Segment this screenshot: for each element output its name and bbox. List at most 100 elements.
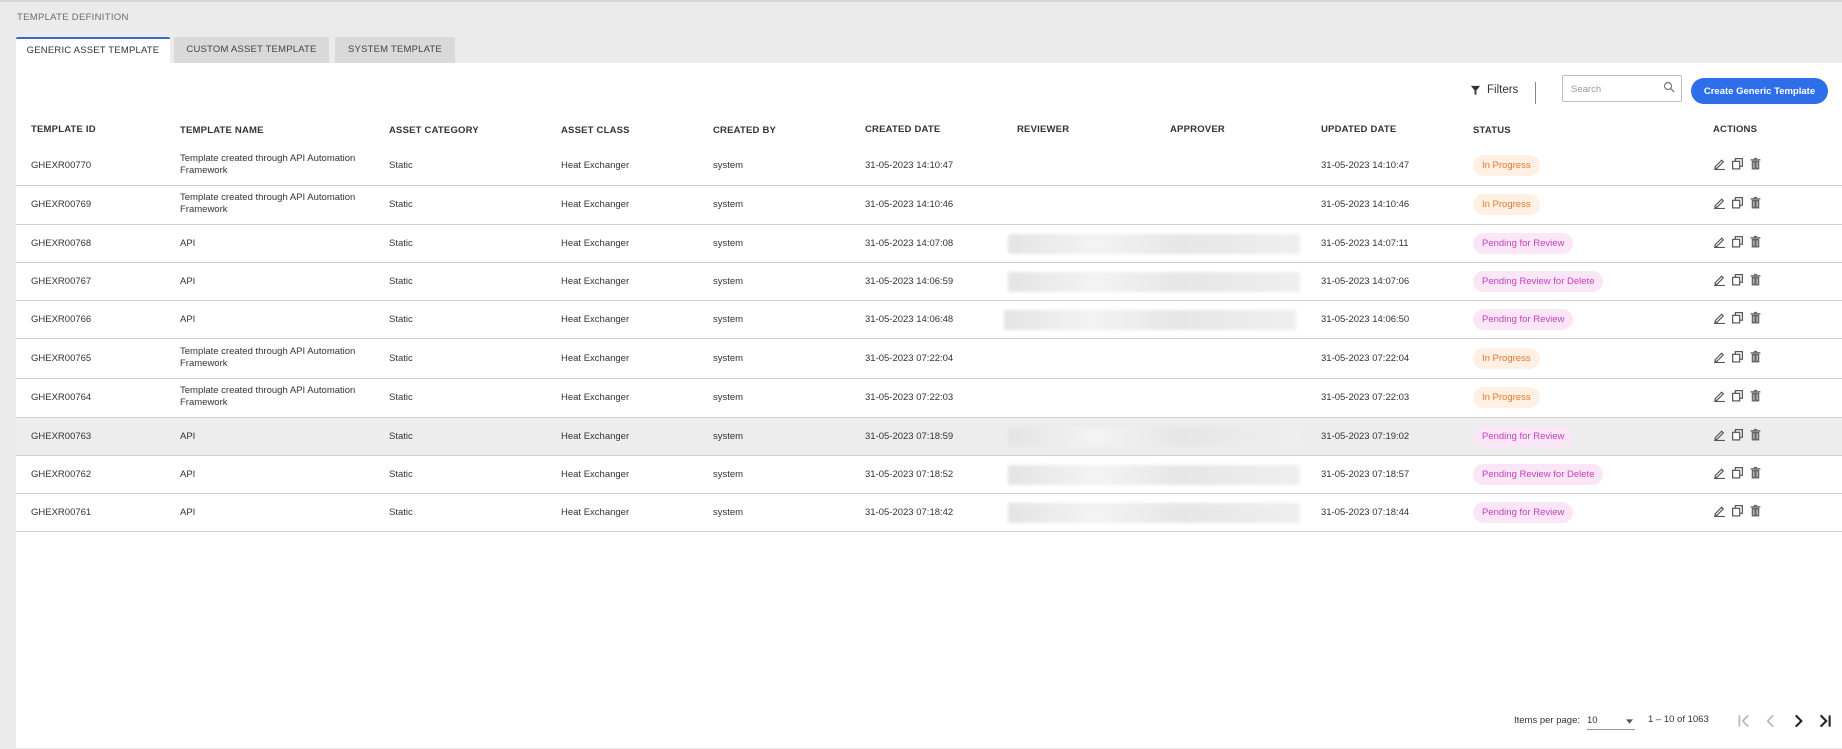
delete-icon[interactable] xyxy=(1749,273,1762,286)
template-id-cell: GHEXR00770 xyxy=(31,160,92,171)
row-actions xyxy=(1713,428,1762,441)
table-row[interactable]: GHEXR00768 Static Heat Exchanger system 31-0… xyxy=(16,225,1842,263)
delete-icon[interactable] xyxy=(1749,389,1762,402)
row-actions xyxy=(1713,273,1762,286)
previous-page-icon[interactable] xyxy=(1762,712,1780,730)
created-by-cell: system xyxy=(713,353,744,364)
asset-class-cell: Heat Exchanger xyxy=(561,276,630,287)
asset-category-cell: Static xyxy=(389,431,413,442)
copy-icon[interactable] xyxy=(1731,466,1744,479)
col-created-by[interactable]: CREATED BY xyxy=(713,125,776,136)
first-page-icon[interactable] xyxy=(1736,712,1754,730)
created-by-cell: system xyxy=(713,199,744,210)
edit-icon[interactable] xyxy=(1713,350,1726,363)
asset-class-cell: Heat Exchanger xyxy=(561,431,630,442)
asset-class-cell: Heat Exchanger xyxy=(561,507,630,518)
delete-icon[interactable] xyxy=(1749,504,1762,517)
col-template-name[interactable]: TEMPLATE NAME xyxy=(180,125,264,136)
copy-icon[interactable] xyxy=(1731,311,1744,324)
table-row[interactable]: GHEXR00770 Static Heat Exchanger system 31-0… xyxy=(16,147,1842,186)
create-generic-template-button[interactable]: Create Generic Template xyxy=(1691,78,1828,104)
status-badge: Pending Review for Delete xyxy=(1473,464,1604,485)
copy-icon[interactable] xyxy=(1731,157,1744,170)
redacted-reviewer-approver xyxy=(1008,427,1300,447)
last-page-icon[interactable] xyxy=(1815,712,1833,730)
edit-icon[interactable] xyxy=(1713,428,1726,441)
filter-icon xyxy=(1470,85,1481,95)
asset-class-cell: Heat Exchanger xyxy=(561,199,630,210)
row-actions xyxy=(1713,504,1762,517)
page-title: TEMPLATE DEFINITION xyxy=(17,12,129,23)
search-input[interactable] xyxy=(1569,78,1663,100)
table-row[interactable]: GHEXR00765 Static Heat Exchanger system 31-0… xyxy=(16,339,1842,379)
updated-date-cell: 31-05-2023 07:22:03 xyxy=(1321,392,1410,403)
tab-system-template[interactable]: SYSTEM TEMPLATE xyxy=(335,37,455,63)
updated-date-cell: 31-05-2023 07:18:44 xyxy=(1321,507,1410,518)
delete-icon[interactable] xyxy=(1749,350,1762,363)
updated-date-cell: 31-05-2023 14:06:50 xyxy=(1321,314,1410,325)
template-id-cell: GHEXR00764 xyxy=(31,392,92,403)
col-created-date[interactable]: CREATED DATE xyxy=(865,124,940,135)
created-by-cell: system xyxy=(713,314,744,325)
delete-icon[interactable] xyxy=(1749,466,1762,479)
table-row[interactable]: GHEXR00762 Static Heat Exchanger system 31-0… xyxy=(16,456,1842,494)
col-approver[interactable]: APPROVER xyxy=(1170,124,1225,135)
col-asset-category[interactable]: ASSET CATEGORY xyxy=(389,125,479,136)
copy-icon[interactable] xyxy=(1731,235,1744,248)
redacted-reviewer-approver xyxy=(1004,310,1296,330)
copy-icon[interactable] xyxy=(1731,504,1744,517)
created-date-cell: 31-05-2023 07:22:03 xyxy=(865,392,954,403)
delete-icon[interactable] xyxy=(1749,428,1762,441)
edit-icon[interactable] xyxy=(1713,235,1726,248)
delete-icon[interactable] xyxy=(1749,235,1762,248)
edit-icon[interactable] xyxy=(1713,273,1726,286)
tab-custom-asset-template[interactable]: CUSTOM ASSET TEMPLATE xyxy=(174,37,329,63)
table-row[interactable]: GHEXR00761 Static Heat Exchanger system 31-0… xyxy=(16,494,1842,532)
items-per-page-select[interactable]: 10 xyxy=(1587,715,1635,730)
asset-category-cell: Static xyxy=(389,314,413,325)
col-status[interactable]: STATUS xyxy=(1473,125,1511,136)
table-row[interactable]: GHEXR00766 Static Heat Exchanger system 31-0… xyxy=(16,301,1842,339)
delete-icon[interactable] xyxy=(1749,196,1762,209)
copy-icon[interactable] xyxy=(1731,350,1744,363)
delete-icon[interactable] xyxy=(1749,157,1762,170)
template-name-cell: API xyxy=(180,276,196,287)
asset-category-cell: Static xyxy=(389,199,413,210)
col-actions: ACTIONS xyxy=(1713,124,1758,135)
created-date-cell: 31-05-2023 14:06:48 xyxy=(865,314,954,325)
table-row[interactable]: GHEXR00767 Static Heat Exchanger system 31-0… xyxy=(16,263,1842,301)
col-template-id[interactable]: TEMPLATE ID xyxy=(31,124,96,135)
table-row[interactable]: GHEXR00764 Static Heat Exchanger system 31-0… xyxy=(16,379,1842,418)
filters-button[interactable]: Filters xyxy=(1470,81,1518,99)
delete-icon[interactable] xyxy=(1749,311,1762,324)
status-badge: In Progress xyxy=(1473,348,1540,369)
copy-icon[interactable] xyxy=(1731,273,1744,286)
edit-icon[interactable] xyxy=(1713,466,1726,479)
copy-icon[interactable] xyxy=(1731,196,1744,209)
col-asset-class[interactable]: ASSET CLASS xyxy=(561,125,630,136)
row-actions xyxy=(1713,350,1762,363)
created-by-cell: system xyxy=(713,238,744,249)
asset-class-cell: Heat Exchanger xyxy=(561,469,630,480)
edit-icon[interactable] xyxy=(1713,196,1726,209)
edit-icon[interactable] xyxy=(1713,157,1726,170)
table-row[interactable]: GHEXR00769 Static Heat Exchanger system 31-0… xyxy=(16,186,1842,225)
col-updated-date[interactable]: UPDATED DATE xyxy=(1321,124,1396,135)
template-id-cell: GHEXR00762 xyxy=(31,469,92,480)
col-reviewer[interactable]: REVIEWER xyxy=(1017,124,1069,135)
template-name-cell: API xyxy=(180,314,196,325)
table-row[interactable]: GHEXR00763 Static Heat Exchanger system 31-0… xyxy=(16,418,1842,456)
copy-icon[interactable] xyxy=(1731,389,1744,402)
tab-generic-asset-template[interactable]: GENERIC ASSET TEMPLATE xyxy=(16,37,170,64)
next-page-icon[interactable] xyxy=(1789,712,1807,730)
edit-icon[interactable] xyxy=(1713,311,1726,324)
edit-icon[interactable] xyxy=(1713,504,1726,517)
redacted-reviewer-approver xyxy=(1008,503,1300,523)
search-icon[interactable] xyxy=(1663,81,1675,93)
template-id-cell: GHEXR00767 xyxy=(31,276,92,287)
redacted-reviewer-approver xyxy=(1008,465,1300,485)
copy-icon[interactable] xyxy=(1731,428,1744,441)
created-date-cell: 31-05-2023 14:10:47 xyxy=(865,160,954,171)
asset-class-cell: Heat Exchanger xyxy=(561,392,630,403)
edit-icon[interactable] xyxy=(1713,389,1726,402)
